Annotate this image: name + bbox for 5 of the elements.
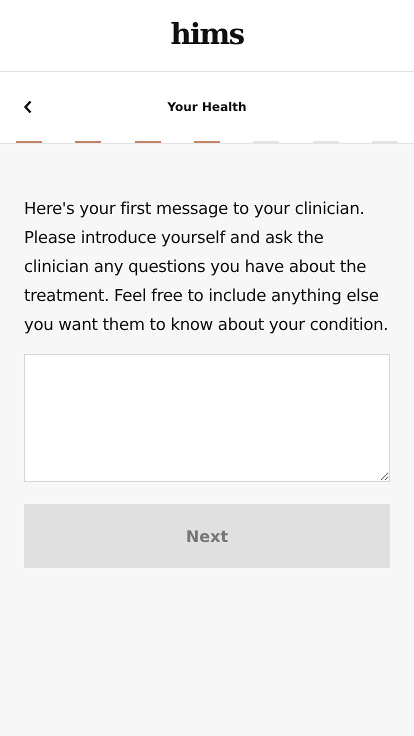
page-title: Your Health xyxy=(167,100,247,114)
chevron-left-icon xyxy=(23,100,33,114)
logo: hims xyxy=(170,16,244,50)
message-field[interactable] xyxy=(24,354,390,482)
instructions-text: Here's your first message to your clinician. Please introduce yourself and ask the clinician any questions you have about the treatment. Feel free to include anything else you want them to know about your condition. xyxy=(24,198,390,336)
